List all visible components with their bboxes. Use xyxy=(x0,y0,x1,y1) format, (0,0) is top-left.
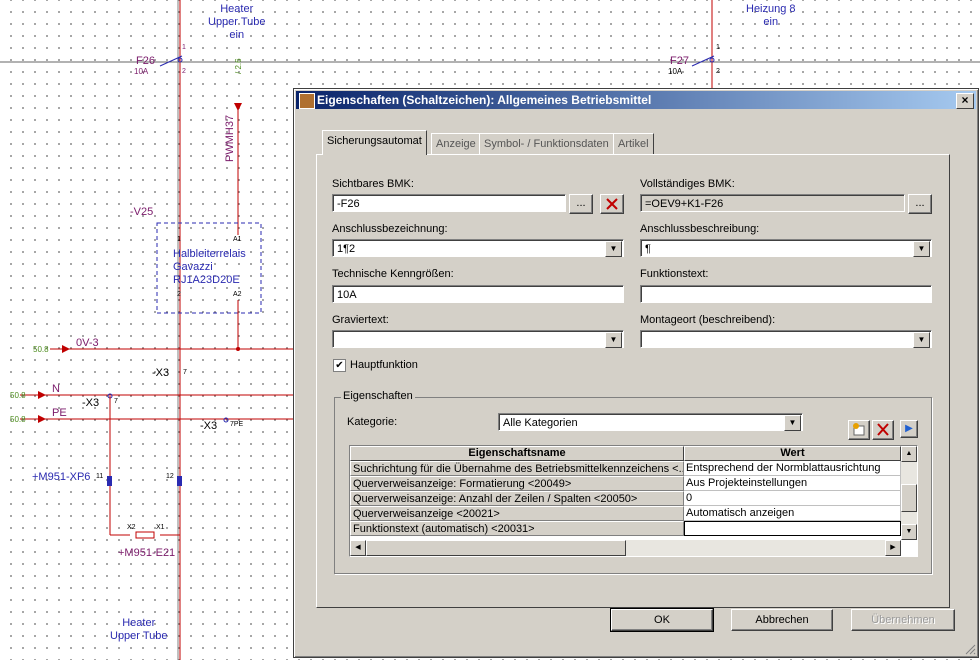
relay-desc-line3: RJ1A23D20E xyxy=(173,274,240,286)
tab-symbol-funktionsdaten[interactable]: Symbol- / Funktionsdaten xyxy=(479,133,614,155)
crossref-0v3: 50.8 xyxy=(33,345,49,354)
heater-top-line3: ein xyxy=(229,29,245,41)
crossref-pe: 50.8 xyxy=(10,415,26,424)
heater-bottom-line2: Upper Tube xyxy=(110,630,168,642)
terminal-x3-label-b: -X3 xyxy=(82,397,100,409)
fuse-f27-pin2: 2 xyxy=(716,68,720,75)
relay-desc-line1: Halbleiterrelais xyxy=(173,248,246,260)
potential-n-label: N xyxy=(52,383,60,395)
dialog-titlebar[interactable]: Eigenschaften (Schaltzeichen): Allgemein… xyxy=(296,91,976,109)
heizung-top-line1: Heizung 8 xyxy=(746,3,796,15)
heizung-top-label: Heizung 8 ein xyxy=(746,3,796,29)
relay-pin-1: 1 xyxy=(177,236,181,243)
relay-pin-2: 2 xyxy=(177,291,181,298)
connector-pin-11: 11 xyxy=(96,473,104,480)
fuse-f26-label[interactable]: F26 xyxy=(136,55,155,67)
heater-bottom-line1: Heater xyxy=(122,617,156,629)
fuse-f26-pin1: 1 xyxy=(182,44,186,51)
tab-panel xyxy=(316,154,950,608)
heater-bottom-label: Heater Upper Tube xyxy=(110,617,167,643)
terminal-7pe: 7PE xyxy=(230,421,244,428)
terminal-7b: 7 xyxy=(114,398,118,405)
tab-sicherungsautomat[interactable]: Sicherungsautomat xyxy=(322,130,427,155)
heater-pin-x2: X2 xyxy=(127,524,136,531)
terminal-7: 7 xyxy=(183,369,187,376)
crossref-top-1: / 2.6 xyxy=(234,58,243,74)
dialog-title: Eigenschaften (Schaltzeichen): Allgemein… xyxy=(317,93,652,107)
resize-grip-icon[interactable] xyxy=(964,643,976,655)
relay-description: Halbleiterrelais Gavazzi RJ1A23D20E xyxy=(173,248,246,287)
heizung-top-line2: ein xyxy=(763,16,779,28)
connector-xp6-label[interactable]: +M951-XP6 xyxy=(32,471,90,483)
relay-desc-line2: Gavazzi xyxy=(173,261,213,273)
fuse-f27-rating: 10A xyxy=(668,67,683,76)
fuse-f27-pin1: 1 xyxy=(716,44,720,51)
terminal-x3-label-a: -X3 xyxy=(152,367,170,379)
tab-artikel[interactable]: Artikel xyxy=(613,133,654,155)
fuse-f27-label[interactable]: F27 xyxy=(670,55,689,67)
properties-dialog: Eigenschaften (Schaltzeichen): Allgemein… xyxy=(293,88,979,658)
dialog-app-icon xyxy=(299,93,315,109)
fuse-f26-rating: 10A xyxy=(134,67,149,76)
relay-v25-label[interactable]: -V25 xyxy=(130,206,153,218)
close-button[interactable]: × xyxy=(956,93,974,109)
ok-button[interactable]: OK xyxy=(610,608,714,632)
heater-top-label: Heater Upper Tube ein xyxy=(208,3,265,42)
potential-pe-label: PE xyxy=(52,407,67,419)
fuse-f26-pin2: 2 xyxy=(182,68,186,75)
apply-button[interactable]: Übernehmen xyxy=(851,609,955,631)
cancel-button[interactable]: Abbrechen xyxy=(731,609,833,631)
signal-pwmh37-label: PWMH37 xyxy=(224,114,236,162)
relay-pin-a1: A1 xyxy=(233,236,242,243)
terminal-x3-label-c: -X3 xyxy=(200,420,218,432)
heater-top-line2: Upper Tube xyxy=(208,16,266,28)
relay-pin-a2: A2 xyxy=(233,291,242,298)
heater-top-line1: Heater xyxy=(220,3,254,15)
heater-pin-x1: X1 xyxy=(156,524,165,531)
connector-pin-12: 12 xyxy=(166,473,174,480)
potential-0v3-label: 0V-3 xyxy=(76,337,99,349)
tab-anzeige[interactable]: Anzeige xyxy=(431,133,481,155)
heater-e21-label[interactable]: +M951-E21 xyxy=(118,547,175,559)
crossref-n: 50.8 xyxy=(10,391,26,400)
